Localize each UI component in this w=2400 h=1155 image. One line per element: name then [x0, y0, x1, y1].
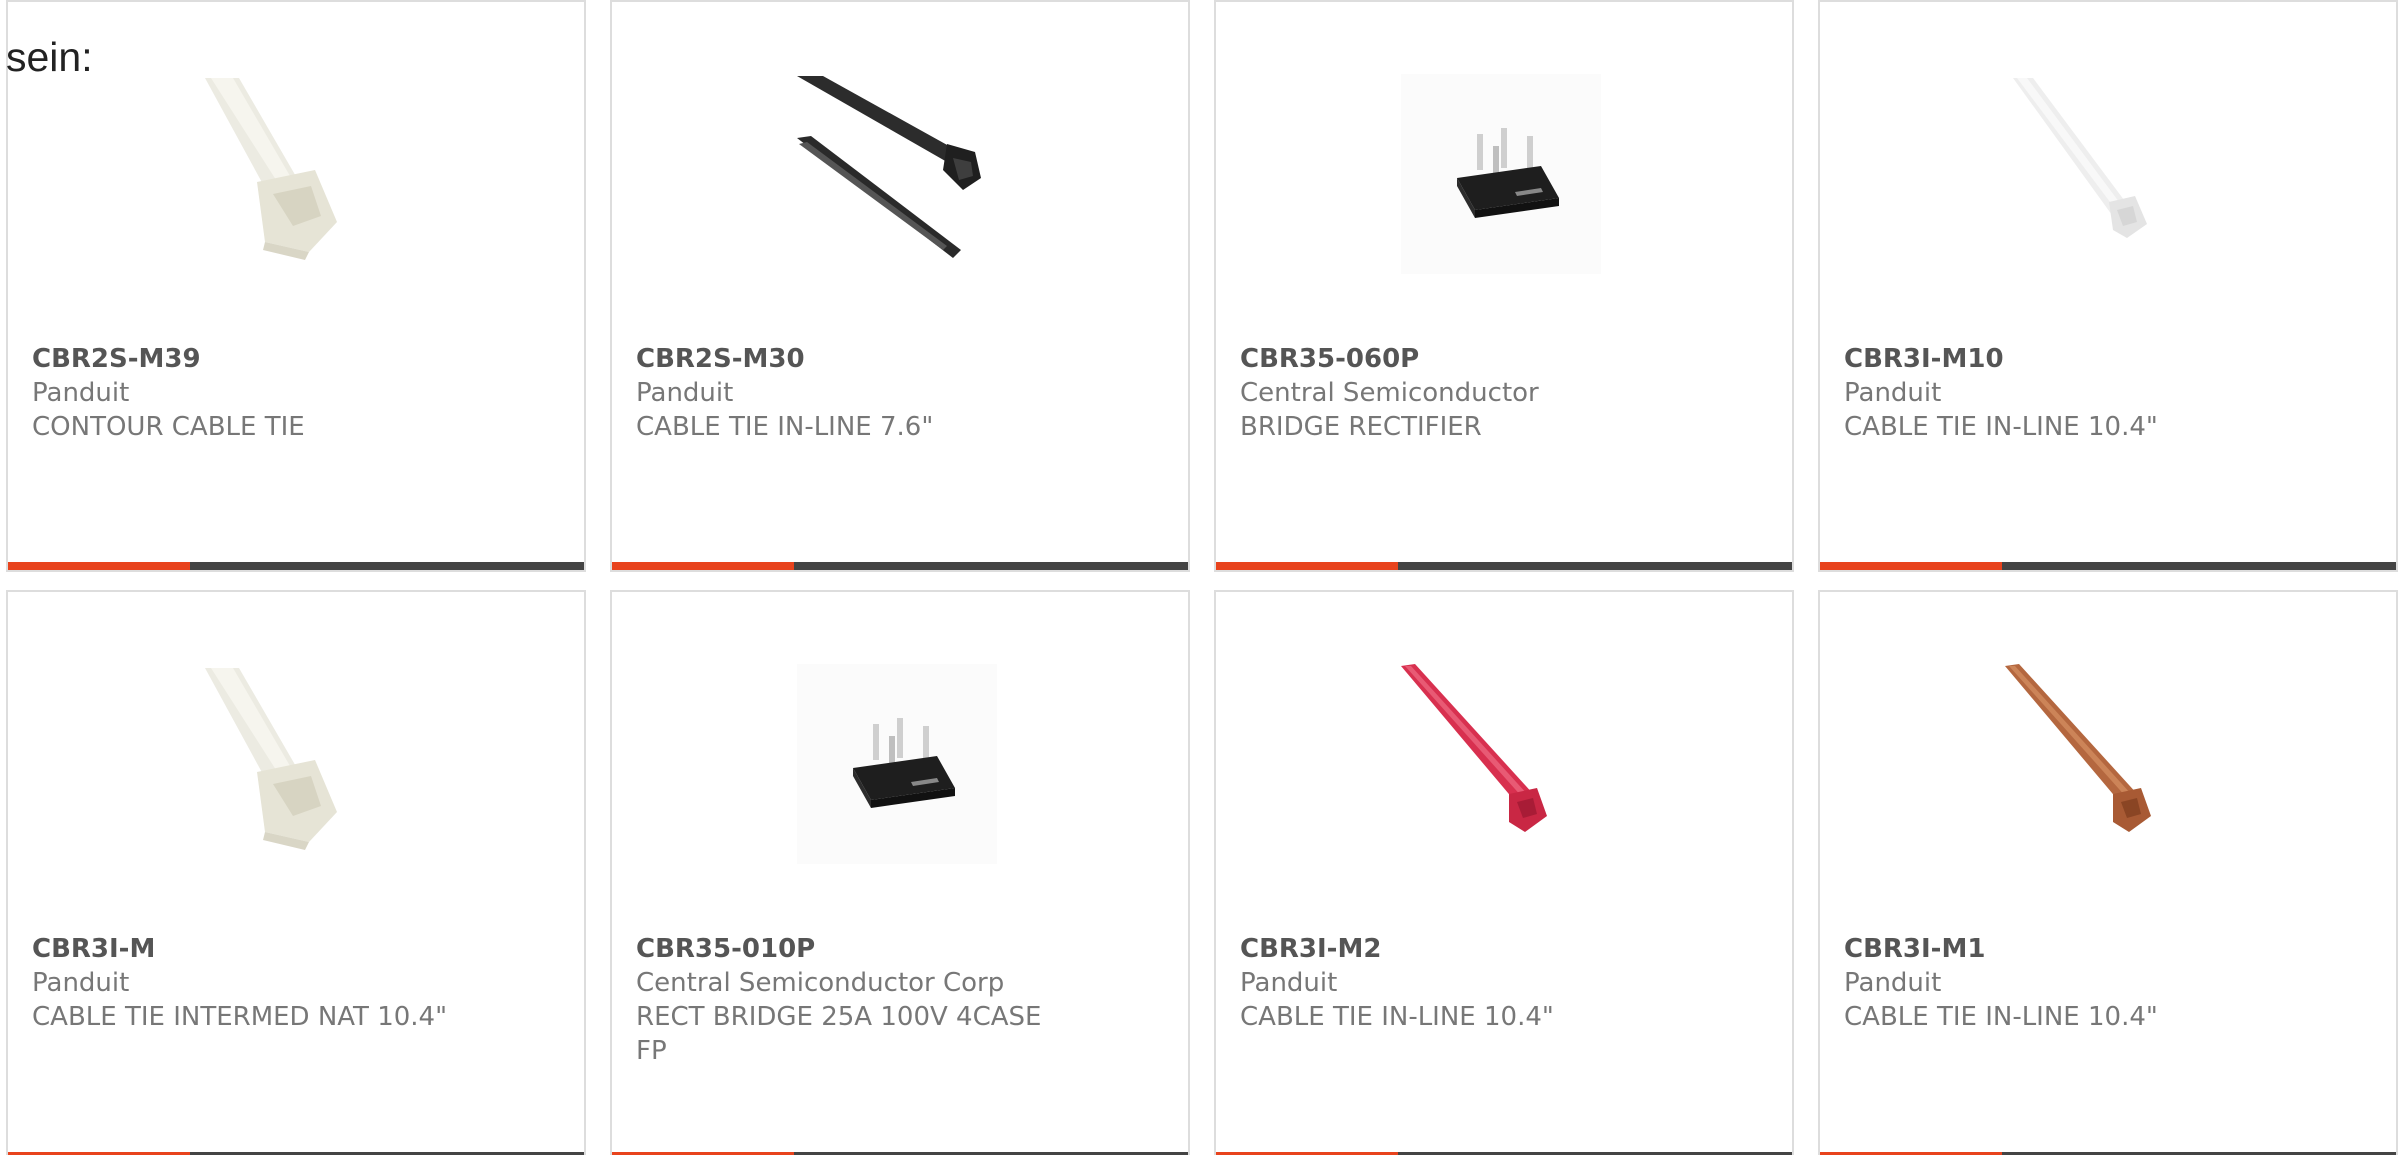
- card-bar-accent: [612, 562, 794, 570]
- white-cable-tie-head-icon: [193, 74, 393, 274]
- manufacturer: Panduit: [1844, 968, 1942, 998]
- card-bar-accent: [1820, 562, 2002, 570]
- description: CABLE TIE IN-LINE 10.4": [1240, 1002, 1554, 1032]
- description: RECT BRIDGE 25A 100V 4CASE FP: [636, 1002, 1042, 1066]
- description: CABLE TIE IN-LINE 10.4": [1844, 412, 2158, 442]
- card-bar: [8, 562, 584, 570]
- product-card[interactable]: CBR2S-M39 Panduit CONTOUR CABLE TIE: [6, 0, 586, 572]
- product-card[interactable]: CBR35-060P Central Semiconductor BRIDGE …: [1214, 0, 1794, 572]
- description: CABLE TIE IN-LINE 7.6": [636, 412, 934, 442]
- brown-cable-tie-icon: [2005, 664, 2205, 864]
- manufacturer: Central Semiconductor Corp: [636, 968, 1005, 998]
- product-grid: CBR2S-M39 Panduit CONTOUR CABLE TIE CBR2…: [0, 0, 2400, 1155]
- bridge-rectifier-icon: [797, 664, 997, 864]
- product-card[interactable]: CBR3I-M Panduit CABLE TIE INTERMED NAT 1…: [6, 590, 586, 1155]
- card-bar-accent: [8, 562, 190, 570]
- manufacturer: Panduit: [32, 968, 130, 998]
- manufacturer: Panduit: [636, 378, 734, 408]
- black-cable-tie-icon: [797, 74, 997, 274]
- manufacturer: Panduit: [1844, 378, 1942, 408]
- clear-cable-tie-icon: [2005, 74, 2205, 274]
- white-cable-tie-head-icon: [193, 664, 393, 864]
- description: BRIDGE RECTIFIER: [1240, 412, 1482, 442]
- card-bar: [1216, 562, 1792, 570]
- manufacturer: Panduit: [32, 378, 130, 408]
- description: CABLE TIE IN-LINE 10.4": [1844, 1002, 2158, 1032]
- part-number[interactable]: CBR3I-M10: [1844, 342, 2364, 376]
- manufacturer: Central Semiconductor: [1240, 378, 1539, 408]
- product-card[interactable]: CBR2S-M30 Panduit CABLE TIE IN-LINE 7.6": [610, 0, 1190, 572]
- manufacturer: Panduit: [1240, 968, 1338, 998]
- part-number[interactable]: CBR2S-M30: [636, 342, 1156, 376]
- product-card[interactable]: CBR3I-M10 Panduit CABLE TIE IN-LINE 10.4…: [1818, 0, 2398, 572]
- description: CONTOUR CABLE TIE: [32, 412, 305, 442]
- product-card[interactable]: CBR3I-M1 Panduit CABLE TIE IN-LINE 10.4": [1818, 590, 2398, 1155]
- intro-text: sein:: [6, 34, 93, 80]
- card-bar: [612, 562, 1188, 570]
- description: CABLE TIE INTERMED NAT 10.4": [32, 1002, 448, 1032]
- part-number[interactable]: CBR3I-M1: [1844, 932, 2364, 966]
- bridge-rectifier-icon: [1401, 74, 1601, 274]
- part-number[interactable]: CBR3I-M2: [1240, 932, 1760, 966]
- product-card[interactable]: CBR3I-M2 Panduit CABLE TIE IN-LINE 10.4": [1214, 590, 1794, 1155]
- part-number[interactable]: CBR35-010P: [636, 932, 1156, 966]
- red-cable-tie-icon: [1401, 664, 1601, 864]
- card-bar: [1820, 562, 2396, 570]
- product-card[interactable]: CBR35-010P Central Semiconductor Corp RE…: [610, 590, 1190, 1155]
- part-number[interactable]: CBR2S-M39: [32, 342, 552, 376]
- part-number[interactable]: CBR3I-M: [32, 932, 552, 966]
- card-bar-accent: [1216, 562, 1398, 570]
- part-number[interactable]: CBR35-060P: [1240, 342, 1760, 376]
